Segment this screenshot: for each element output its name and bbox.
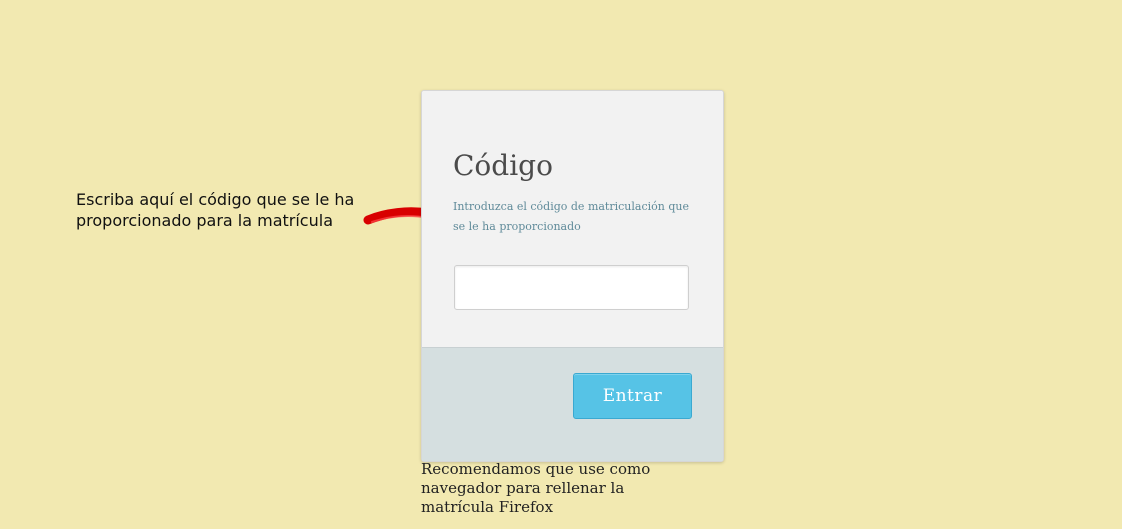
- form-title: Código: [453, 149, 553, 182]
- instruction-callout: Escriba aquí el código que se le ha prop…: [76, 190, 355, 230]
- submit-button[interactable]: Entrar: [573, 373, 692, 419]
- card-body: Código Introduzca el código de matricula…: [422, 91, 723, 348]
- login-card: Código Introduzca el código de matricula…: [421, 90, 724, 462]
- card-footer: Entrar: [422, 348, 723, 461]
- form-description: Introduzca el código de matriculación qu…: [453, 200, 689, 233]
- code-input[interactable]: [454, 265, 689, 310]
- browser-recommendation: Recomendamos que use como navegador para…: [421, 460, 651, 516]
